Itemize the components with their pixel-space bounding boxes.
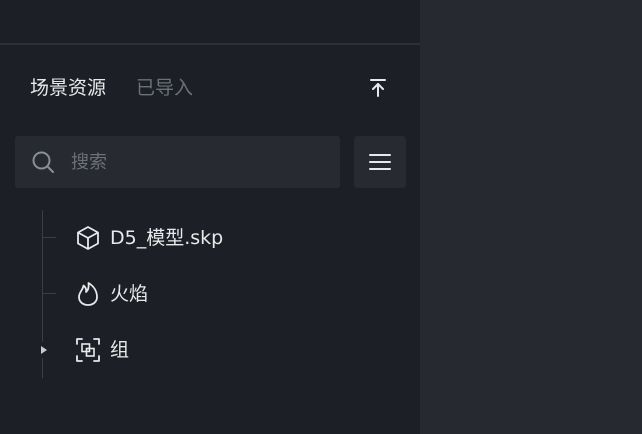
tree-item-flame[interactable]: 火焰 (0, 274, 420, 314)
hamburger-menu-icon (369, 154, 391, 170)
tree-item-label: 组 (110, 339, 130, 361)
caret-right-icon (41, 346, 47, 354)
tree-item-label: D5_模型.skp (110, 227, 224, 249)
scene-resources-panel: 场景资源 已导入 搜索 D5_模型.skp 火焰 组 (0, 0, 420, 434)
group-icon (76, 338, 100, 362)
app-root: 场景资源 已导入 搜索 D5_模型.skp 火焰 组 (0, 0, 642, 434)
tree-item-model[interactable]: D5_模型.skp (0, 218, 420, 258)
viewport-area (420, 0, 642, 434)
tab-imported[interactable]: 已导入 (136, 74, 193, 102)
tree-connector (43, 237, 56, 238)
search-box (15, 136, 340, 188)
flame-icon (78, 282, 98, 306)
search-input[interactable] (71, 146, 326, 178)
panel-tabs: 场景资源 已导入 (30, 74, 193, 102)
collapse-panel-button[interactable] (364, 74, 392, 102)
tree-item-label: 火焰 (110, 283, 149, 305)
collapse-to-top-icon (370, 79, 386, 97)
expand-arrow-button[interactable] (36, 342, 52, 358)
cube-icon (77, 226, 99, 250)
list-menu-button[interactable] (354, 136, 406, 188)
search-icon (32, 151, 54, 173)
top-divider (0, 43, 420, 45)
tree-item-group[interactable]: 组 (0, 330, 420, 370)
tab-scene-resources[interactable]: 场景资源 (30, 74, 106, 102)
tree-connector (43, 293, 56, 294)
